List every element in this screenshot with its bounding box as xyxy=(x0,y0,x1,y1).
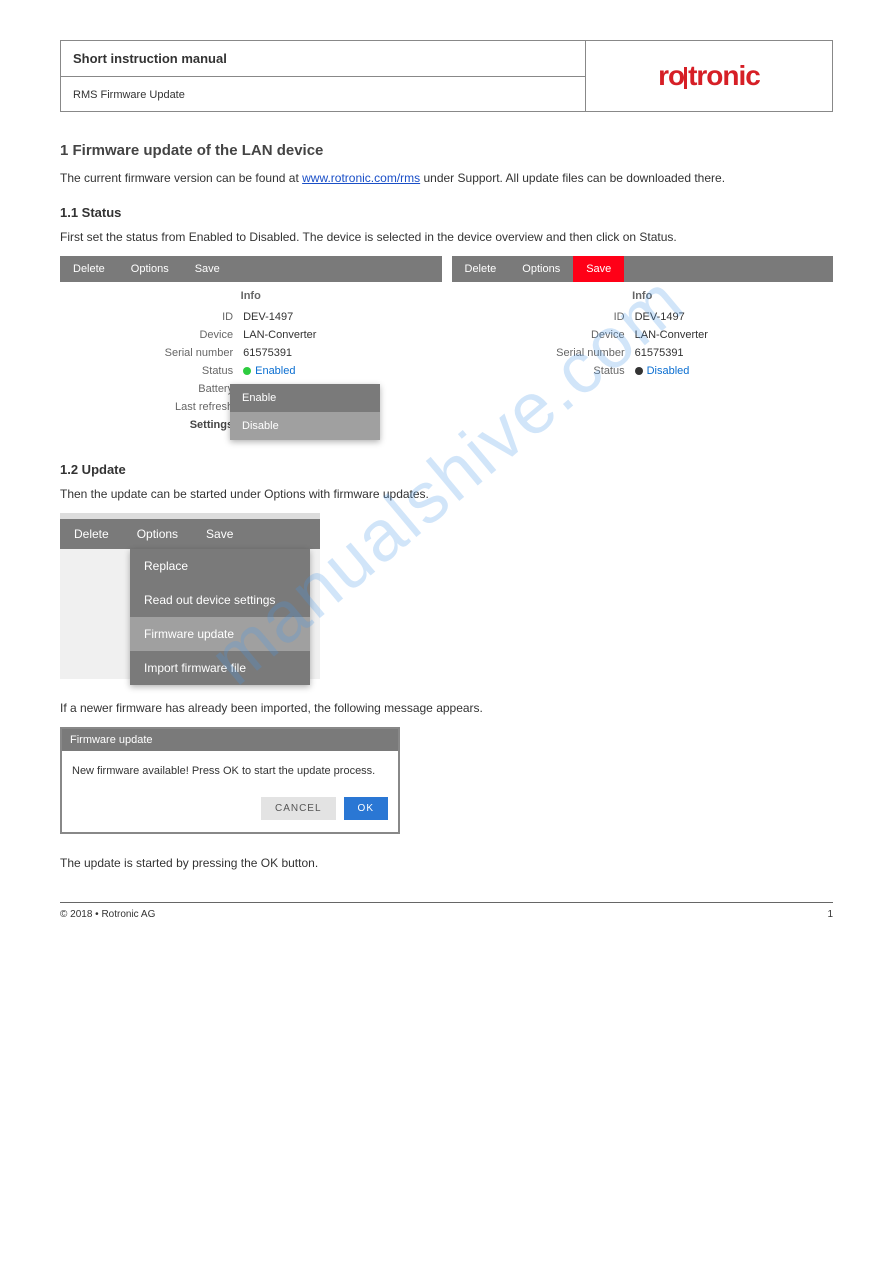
label-device-2: Device xyxy=(452,329,635,341)
value-device-2: LAN-Converter xyxy=(635,329,833,341)
status-screenshots: Delete Options Save Info IDDEV-1497 Devi… xyxy=(60,256,833,442)
subsection-status: 1.1 Status xyxy=(60,205,833,220)
body-update-text2: If a newer firmware has already been imp… xyxy=(60,699,833,717)
options-button-3[interactable]: Options xyxy=(123,519,192,549)
option-readout[interactable]: Read out device settings xyxy=(130,583,310,617)
delete-button-2[interactable]: Delete xyxy=(452,256,510,282)
option-import-firmware[interactable]: Import firmware file xyxy=(130,651,310,685)
status-dot-green-icon xyxy=(243,367,251,375)
rotronic-logo: rotronic xyxy=(658,60,760,91)
label-id-2: ID xyxy=(452,311,635,323)
body-text-1: The current firmware version can be foun… xyxy=(60,169,833,187)
info-heading: Info xyxy=(60,290,442,302)
options-button[interactable]: Options xyxy=(118,256,182,282)
header-title: Short instruction manual xyxy=(73,51,227,66)
options-dropdown: Replace Read out device settings Firmwar… xyxy=(130,549,310,685)
body-status-text: First set the status from Enabled to Dis… xyxy=(60,228,833,246)
dialog-body: New firmware available! Press OK to star… xyxy=(62,751,398,791)
footer-page: 1 xyxy=(827,909,833,920)
save-button[interactable]: Save xyxy=(182,256,233,282)
status-dot-black-icon xyxy=(635,367,643,375)
save-button-3[interactable]: Save xyxy=(192,519,247,549)
label-status: Status xyxy=(60,365,243,377)
value-id-2: DEV-1497 xyxy=(635,311,833,323)
status-enabled-link[interactable]: Enabled xyxy=(255,365,295,377)
firmware-dialog: Firmware update New firmware available! … xyxy=(60,727,400,834)
footer-copyright: © 2018 • Rotronic AG xyxy=(60,909,155,920)
body-update-text: Then the update can be started under Opt… xyxy=(60,485,833,503)
value-device: LAN-Converter xyxy=(243,329,441,341)
support-link[interactable]: www.rotronic.com/rms xyxy=(302,171,420,185)
body-update-text3: The update is started by pressing the OK… xyxy=(60,854,833,872)
value-id: DEV-1497 xyxy=(243,311,441,323)
subsection-update: 1.2 Update xyxy=(60,462,833,477)
value-serial-2: 61575391 xyxy=(635,347,833,359)
delete-button[interactable]: Delete xyxy=(60,256,118,282)
options-button-2[interactable]: Options xyxy=(509,256,573,282)
option-firmware-update[interactable]: Firmware update xyxy=(130,617,310,651)
dialog-ok-button[interactable]: OK xyxy=(344,797,388,820)
save-button-red[interactable]: Save xyxy=(573,256,624,282)
label-id: ID xyxy=(60,311,243,323)
label-refresh: Last refresh xyxy=(60,401,243,413)
panel-enabled: Delete Options Save Info IDDEV-1497 Devi… xyxy=(60,256,442,442)
dropdown-disable[interactable]: Disable xyxy=(230,412,380,440)
label-status-2: Status xyxy=(452,365,635,377)
value-serial: 61575391 xyxy=(243,347,441,359)
settings-heading: Settings xyxy=(60,419,243,431)
dropdown-enable[interactable]: Enable xyxy=(230,384,380,412)
dialog-title: Firmware update xyxy=(62,729,398,751)
footer: © 2018 • Rotronic AG 1 xyxy=(60,902,833,920)
status-dropdown: Enable Disable xyxy=(230,384,380,440)
delete-button-3[interactable]: Delete xyxy=(60,519,123,549)
panel-disabled: Delete Options Save Info IDDEV-1497 Devi… xyxy=(452,256,834,442)
dialog-cancel-button[interactable]: CANCEL xyxy=(261,797,336,820)
label-device: Device xyxy=(60,329,243,341)
label-battery: Battery xyxy=(60,383,243,395)
options-panel: Delete Options Save Replace Read out dev… xyxy=(60,513,320,679)
header-subtitle: RMS Firmware Update xyxy=(73,89,185,101)
label-serial-2: Serial number xyxy=(452,347,635,359)
info-heading-2: Info xyxy=(452,290,834,302)
label-serial: Serial number xyxy=(60,347,243,359)
header-table: Short instruction manual rotronic RMS Fi… xyxy=(60,40,833,112)
status-disabled-link[interactable]: Disabled xyxy=(647,365,690,377)
option-replace[interactable]: Replace xyxy=(130,549,310,583)
section-title-1: 1 Firmware update of the LAN device xyxy=(60,142,833,159)
